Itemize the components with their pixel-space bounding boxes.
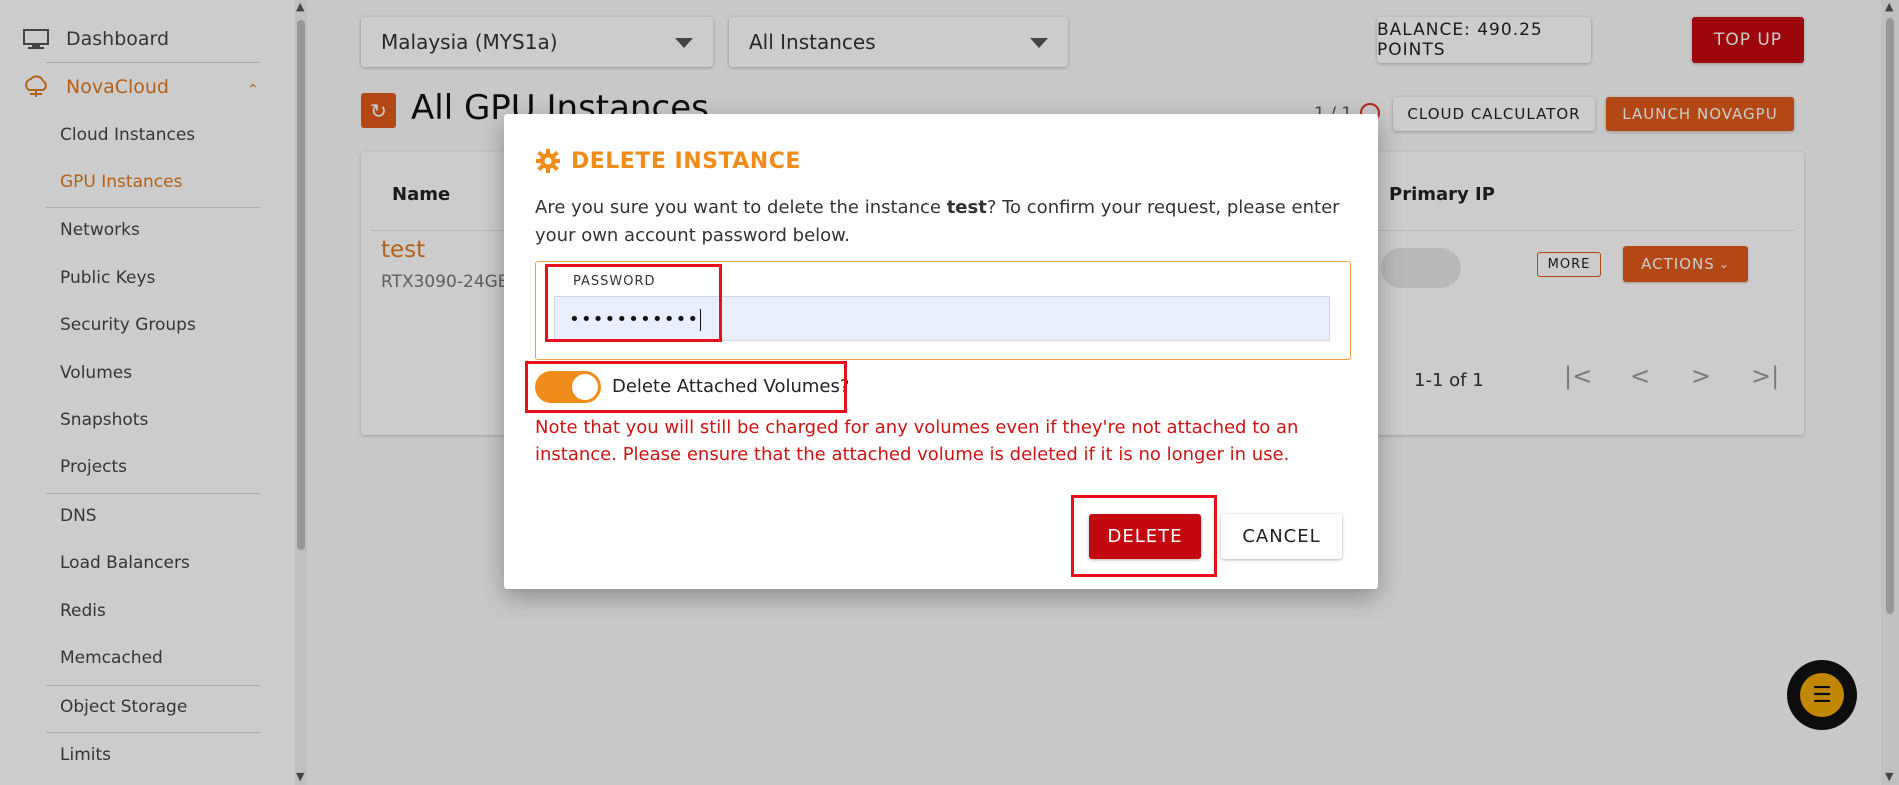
dialog-title-text: DELETE INSTANCE: [571, 148, 801, 174]
cancel-button[interactable]: CANCEL: [1221, 514, 1342, 559]
desc-instance-name: test: [946, 197, 987, 218]
dialog-title: DELETE INSTANCE: [535, 148, 801, 174]
volume-warning-text: Note that you will still be charged for …: [535, 417, 1299, 465]
gear-icon: [535, 148, 561, 174]
highlight-toggle-box: [525, 361, 847, 413]
highlight-password-box: [545, 264, 722, 342]
dialog-description: Are you sure you want to delete the inst…: [535, 194, 1355, 250]
highlight-delete-box: [1071, 495, 1217, 577]
desc-text: Are you sure you want to delete the inst…: [535, 197, 947, 218]
delete-instance-dialog: DELETE INSTANCE Are you sure you want to…: [504, 114, 1378, 589]
